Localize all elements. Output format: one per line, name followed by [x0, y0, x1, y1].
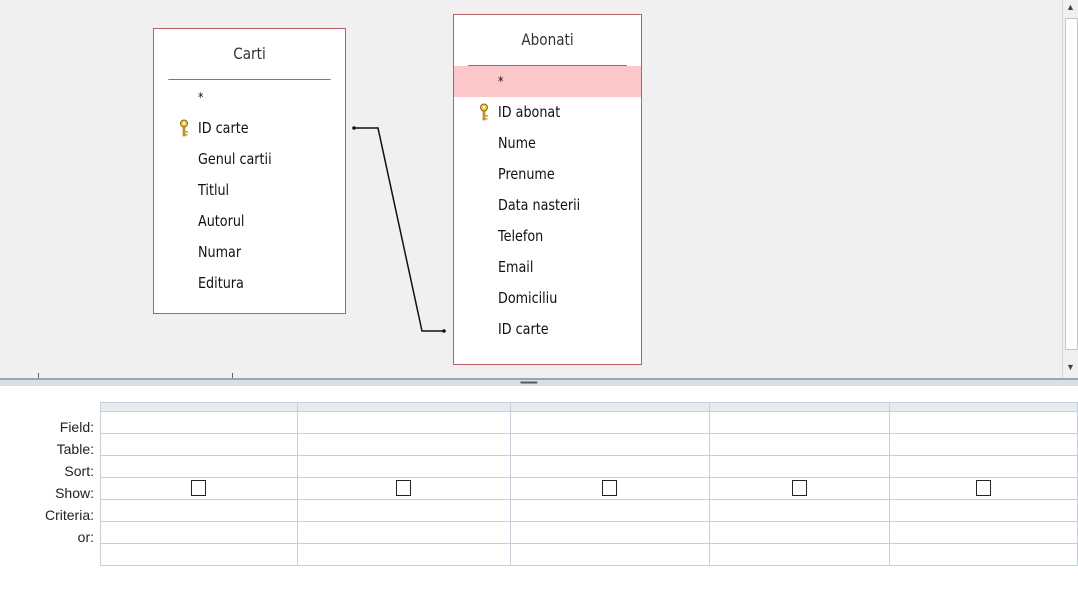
grid-cell[interactable]: [296, 477, 511, 500]
scroll-down-icon[interactable]: ▼: [1066, 362, 1075, 372]
qbe-grid-table[interactable]: [100, 402, 1078, 566]
grid-cell[interactable]: [709, 543, 891, 566]
grid-cell[interactable]: [100, 543, 298, 566]
grid-row-table[interactable]: [100, 433, 1078, 456]
grid-label-or: or:: [77, 529, 94, 545]
show-checkbox[interactable]: [792, 480, 808, 497]
grid-cell[interactable]: [296, 543, 511, 566]
grid-cell[interactable]: [889, 477, 1078, 500]
column-selector[interactable]: [296, 402, 511, 412]
pane-splitter[interactable]: ▪▪▪▪▪▪▪▪▪: [0, 378, 1078, 387]
grid-cell[interactable]: [889, 433, 1078, 456]
grid-cell[interactable]: [296, 499, 511, 522]
grid-cell[interactable]: [709, 477, 891, 500]
grid-cell[interactable]: [296, 455, 511, 478]
grid-cell[interactable]: [509, 455, 711, 478]
grid-cell[interactable]: [100, 521, 298, 544]
grid-cell[interactable]: [889, 499, 1078, 522]
grid-cell[interactable]: [100, 411, 298, 434]
grid-row-or[interactable]: [100, 521, 1078, 544]
grid-column-selectors[interactable]: [100, 402, 1078, 412]
grid-row-show[interactable]: [100, 477, 1078, 500]
grid-cell[interactable]: [709, 499, 891, 522]
show-checkbox[interactable]: [976, 480, 992, 497]
scrollbar-thumb[interactable]: [1065, 18, 1078, 350]
query-design-pane[interactable]: Carti * ID carte Genul cartii Titlul Aut…: [0, 0, 1062, 378]
grid-cell[interactable]: [509, 543, 711, 566]
grid-label-field: Field:: [59, 419, 94, 435]
grid-cell[interactable]: [100, 499, 298, 522]
grid-label-criteria: Criteria:: [44, 507, 94, 523]
grid-row-criteria[interactable]: [100, 499, 1078, 522]
grid-cell[interactable]: [889, 455, 1078, 478]
grid-cell[interactable]: [296, 411, 511, 434]
column-selector[interactable]: [100, 402, 298, 412]
column-selector[interactable]: [709, 402, 891, 412]
grid-cell[interactable]: [709, 411, 891, 434]
show-checkbox[interactable]: [191, 480, 207, 497]
scroll-up-icon[interactable]: ▲: [1066, 2, 1075, 12]
relationship-line[interactable]: [0, 0, 1062, 378]
design-pane-scrollbar[interactable]: ▲ ▼: [1062, 0, 1078, 378]
show-checkbox[interactable]: [602, 480, 618, 497]
grid-cell[interactable]: [296, 433, 511, 456]
grid-label-sort: Sort:: [64, 463, 94, 479]
grid-cell[interactable]: [709, 433, 891, 456]
grid-cell[interactable]: [509, 499, 711, 522]
grid-cell[interactable]: [296, 521, 511, 544]
grid-cell[interactable]: [709, 521, 891, 544]
column-selector[interactable]: [889, 402, 1078, 412]
grid-cell[interactable]: [509, 411, 711, 434]
grid-row-field[interactable]: [100, 411, 1078, 434]
grid-cell[interactable]: [509, 433, 711, 456]
grid-label-table: Table:: [56, 441, 94, 457]
show-checkbox[interactable]: [396, 480, 412, 497]
grid-cell[interactable]: [709, 455, 891, 478]
grid-cell[interactable]: [889, 411, 1078, 434]
column-selector[interactable]: [509, 402, 711, 412]
grid-cell[interactable]: [100, 477, 298, 500]
grid-cell[interactable]: [100, 455, 298, 478]
grid-row-labels: Field: Table: Sort: Show: Criteria: or:: [0, 416, 96, 548]
grid-cell[interactable]: [889, 543, 1078, 566]
grid-cell[interactable]: [889, 521, 1078, 544]
grid-cell[interactable]: [509, 521, 711, 544]
query-design-grid[interactable]: Field: Table: Sort: Show: Criteria: or:: [0, 386, 1078, 608]
grid-cell[interactable]: [100, 433, 298, 456]
grid-cell[interactable]: [509, 477, 711, 500]
grid-row-sort[interactable]: [100, 455, 1078, 478]
grid-label-show: Show:: [55, 485, 94, 501]
grid-row-extra[interactable]: [100, 543, 1078, 566]
